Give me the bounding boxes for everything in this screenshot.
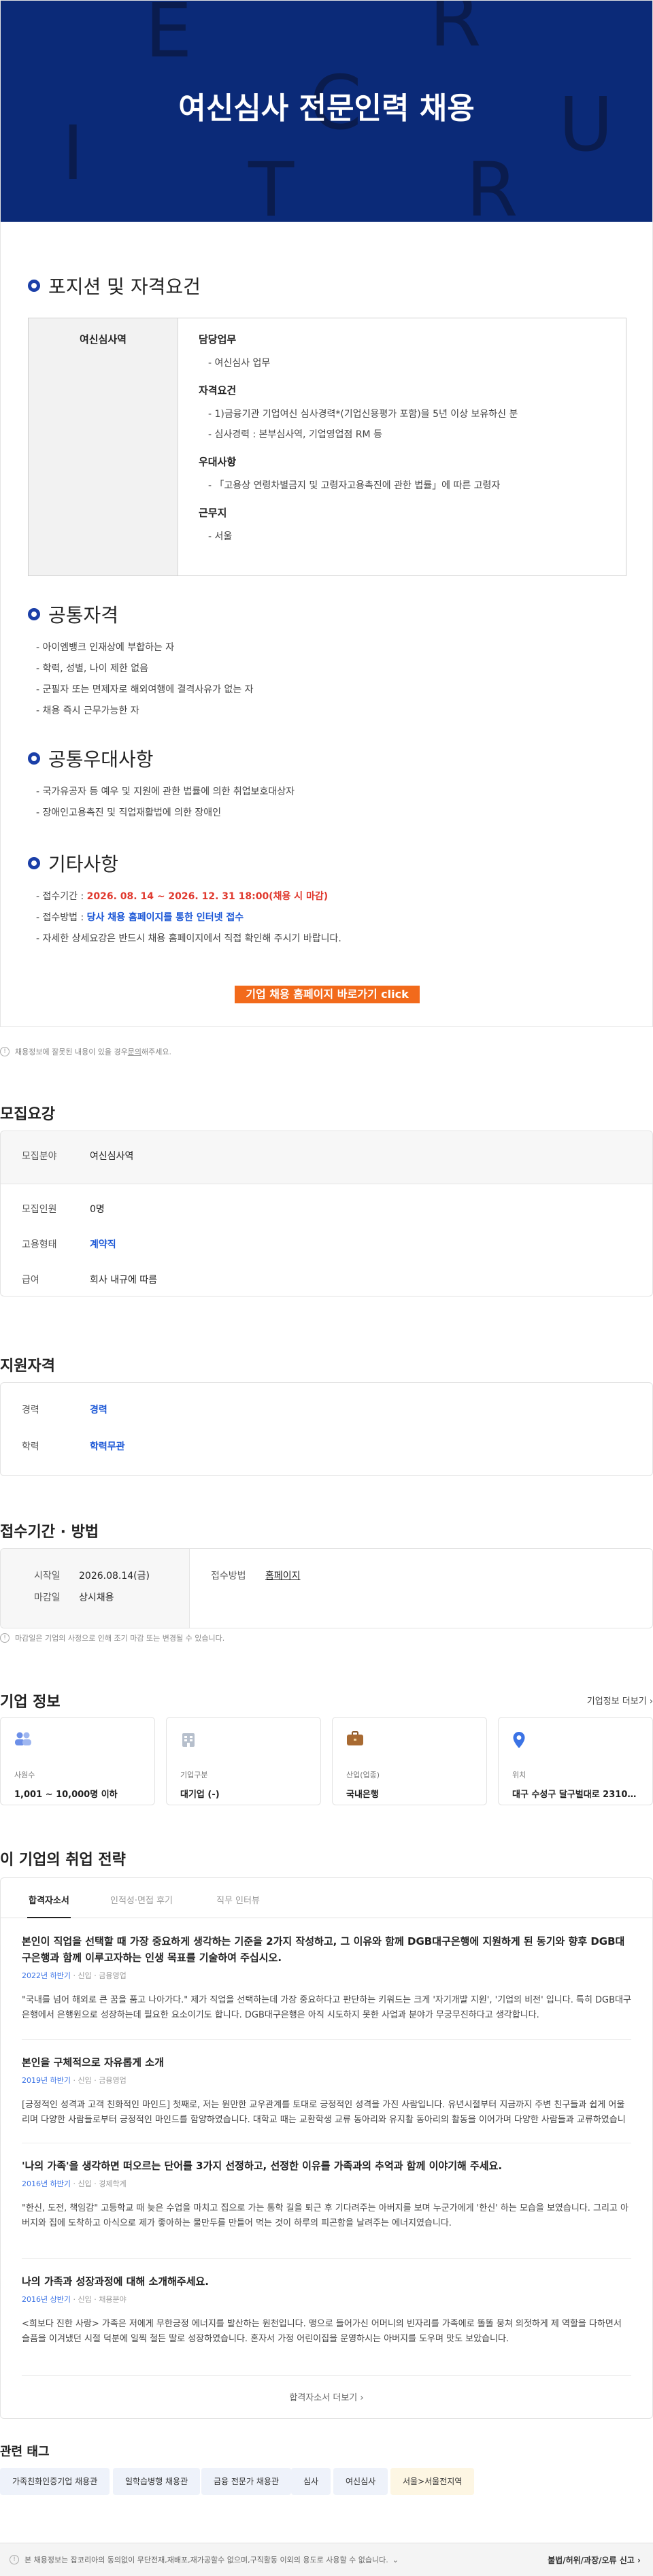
footer-bar: ! 본 채용정보는 잡코리아의 동의없이 무단전재,재배포,재가공할수 없으며,… bbox=[0, 2543, 653, 2576]
banner-deco-letter: E bbox=[145, 1, 192, 74]
page-title: 여신심사 전문인력 채용 bbox=[178, 91, 475, 126]
deadline-notice: ! 마감일은 기업의 사정으로 인해 조기 마감 또는 변경될 수 있습니다. bbox=[0, 1633, 224, 1643]
section-common-pref-heading: 공통우대사항 bbox=[28, 745, 154, 772]
tag-item[interactable]: 금융 전문가 채용관 bbox=[201, 2468, 291, 2495]
company-more-link[interactable]: 기업정보 더보기 › bbox=[587, 1694, 653, 1707]
apply-method-value: 당사 채용 홈페이지를 통한 인터넷 접수 bbox=[86, 912, 244, 923]
qa-item[interactable]: 본인을 구체적으로 자유롭게 소개 2019년 하반기 · 신입 · 금융영업 … bbox=[22, 2054, 631, 2128]
list-item: - 장애인고용촉진 및 직업재활법에 의한 장애인 bbox=[36, 807, 222, 818]
building-icon bbox=[180, 1731, 198, 1749]
apply-qual-heading: 지원자격 bbox=[0, 1358, 55, 1375]
posting-card: E R C U I T R 여신심사 전문인력 채용 포지션 및 자격요건 여신… bbox=[0, 0, 653, 1027]
recruit-row-field: 모집분야 여신심사역 bbox=[22, 1151, 134, 1162]
chevron-right-icon: › bbox=[637, 2556, 641, 2565]
strategy-more-link[interactable]: 합격자소서 더보기 › bbox=[0, 2390, 653, 2403]
section-etc-heading: 기타사항 bbox=[28, 850, 118, 877]
tag-item[interactable]: 일학습병행 채용관 bbox=[113, 2468, 201, 2495]
company-card-industry: 산업(업종) 국내은행 bbox=[332, 1717, 487, 1805]
company-homepage-button[interactable]: 기업 채용 홈페이지 바로가기 click bbox=[235, 986, 420, 1003]
recruit-banner: E R C U I T R 여신심사 전문인력 채용 bbox=[1, 1, 652, 222]
location-pin-icon bbox=[512, 1731, 530, 1749]
qual-block-preference: 우대사항 - 「고용상 연령차별금지 및 고령자고용촉진에 관한 법률」에 따른… bbox=[199, 456, 501, 491]
tags-heading: 관련 태그 bbox=[0, 2445, 50, 2459]
chevron-right-icon: › bbox=[360, 2393, 364, 2403]
list-item: - 학력, 성별, 나이 제한 없음 bbox=[36, 663, 149, 674]
list-item: - 군필자 또는 면제자로 해외여행에 결격사유가 없는 자 bbox=[36, 684, 254, 695]
copyright-notice: ! 본 채용정보는 잡코리아의 동의없이 무단전재,재배포,재가공할수 없으며,… bbox=[10, 2554, 399, 2565]
section-bullet-icon bbox=[28, 608, 40, 620]
position-role: 여신심사역 bbox=[29, 318, 178, 575]
info-icon: ! bbox=[10, 2555, 19, 2564]
qa-item[interactable]: '나의 가족'을 생각하면 떠오르는 단어를 3가지 선정하고, 선정한 이유를… bbox=[22, 2158, 631, 2231]
section-bullet-icon bbox=[28, 280, 40, 292]
apply-homepage-link[interactable]: 홈페이지 bbox=[265, 1569, 301, 1582]
section-positions-heading: 포지션 및 자격요건 bbox=[28, 272, 201, 299]
qual-block-duty: 담당업무 - 여신심사 업무 bbox=[199, 333, 271, 369]
report-link[interactable]: 불법/허위/과장/오류 신고 › bbox=[548, 2554, 641, 2566]
recruit-row-count: 모집인원 0명 bbox=[22, 1204, 105, 1215]
tag-item[interactable]: 서울>서울전지역 bbox=[390, 2468, 475, 2495]
apply-period-heading: 접수기간 · 방법 bbox=[0, 1524, 99, 1541]
apply-qual-row-education: 학력 학력무관 bbox=[22, 1441, 125, 1452]
company-heading: 기업 정보 bbox=[0, 1694, 61, 1711]
list-item: - 접수방법 : 당사 채용 홈페이지를 통한 인터넷 접수 bbox=[36, 912, 244, 923]
common-pref-list: - 국가유공자 등 예우 및 지원에 관한 법률에 의한 취업보호대상자 - 장… bbox=[36, 784, 295, 826]
company-card-employees: 사원수 1,001 ~ 10,000명 이하 bbox=[0, 1717, 155, 1805]
recruit-heading: 모집요강 bbox=[0, 1106, 55, 1123]
info-icon: ! bbox=[0, 1633, 10, 1643]
posting-notice: ! 채용정보에 잘못된 내용이 있을 경우 문의 해주세요. bbox=[0, 1046, 171, 1057]
apply-qual-box bbox=[0, 1382, 653, 1476]
position-table: 여신심사역 담당업무 - 여신심사 업무 자격요건 - 1)금융기관 기업여신 … bbox=[28, 318, 626, 576]
tag-item[interactable]: 여신심사 bbox=[333, 2468, 388, 2495]
banner-deco-letter: R bbox=[466, 146, 518, 222]
job-posting: E R C U I T R 여신심사 전문인력 채용 포지션 및 자격요건 여신… bbox=[0, 0, 653, 1027]
list-item: - 자세한 상세요강은 반드시 채용 홈페이지에서 직접 확인해 주시기 바랍니… bbox=[36, 933, 341, 944]
recruit-row-employment: 고용형태 계약직 bbox=[22, 1239, 116, 1250]
strategy-tabs: 합격자소서 인적성·면접 후기 직무 인터뷰 bbox=[0, 1884, 653, 1918]
people-icon bbox=[14, 1731, 32, 1749]
apply-start-row: 시작일 2026.08.14(금) bbox=[34, 1571, 150, 1582]
apply-period-box bbox=[0, 1548, 653, 1628]
banner-deco-letter: T bbox=[248, 146, 295, 222]
list-item: - 접수기간 : 2026. 08. 14 ~ 2026. 12. 31 18:… bbox=[36, 891, 329, 902]
qual-block-requirement: 자격요건 - 1)금융기관 기업여신 심사경력*(기업신용평가 포함)을 5년 … bbox=[199, 384, 518, 440]
banner-deco-letter: R bbox=[429, 1, 482, 63]
section-bullet-icon bbox=[28, 752, 40, 765]
apply-period-value: 2026. 08. 14 ~ 2026. 12. 31 18:00(채용 시 마… bbox=[86, 891, 329, 902]
position-details: 담당업무 - 여신심사 업무 자격요건 - 1)금융기관 기업여신 심사경력*(… bbox=[178, 318, 626, 575]
strategy-heading: 이 기업의 취업 전략 bbox=[0, 1852, 126, 1869]
apply-period-date-panel bbox=[1, 1549, 190, 1628]
apply-qual-row-career: 경력 경력 bbox=[22, 1405, 107, 1416]
qual-block-location: 근무지 - 서울 bbox=[199, 507, 233, 542]
company-card-location: 위치 대구 수성구 달구벌대로 2310 (수성동2가, 대구은행) bbox=[498, 1717, 653, 1805]
apply-end-row: 마감일 상시채용 bbox=[34, 1592, 114, 1603]
list-item: - 국가유공자 등 예우 및 지원에 관한 법률에 의한 취업보호대상자 bbox=[36, 786, 295, 797]
apply-method-row: 접수방법 홈페이지 bbox=[211, 1569, 301, 1582]
recruit-row-salary: 급여 회사 내규에 따름 bbox=[22, 1275, 158, 1286]
qa-divider bbox=[22, 2258, 631, 2259]
qa-divider bbox=[22, 2039, 631, 2040]
chevron-down-icon[interactable]: ⌄ bbox=[392, 2556, 399, 2564]
etc-list: - 접수기간 : 2026. 08. 14 ~ 2026. 12. 31 18:… bbox=[36, 889, 341, 952]
inquiry-link[interactable]: 문의 bbox=[128, 1046, 141, 1057]
chevron-right-icon: › bbox=[649, 1696, 653, 1707]
tab-cover-letter[interactable]: 합격자소서 bbox=[27, 1884, 71, 1918]
list-item: - 아이엠뱅크 인재상에 부합하는 자 bbox=[36, 642, 175, 653]
qa-divider bbox=[22, 2375, 631, 2376]
section-common-qual-heading: 공통자격 bbox=[28, 601, 118, 628]
qa-item[interactable]: 본인이 직업을 선택할 때 가장 중요하게 생각하는 기준을 2가지 작성하고,… bbox=[22, 1933, 631, 2023]
common-qual-list: - 아이엠뱅크 인재상에 부합하는 자 - 학력, 성별, 나이 제한 없음 -… bbox=[36, 640, 254, 724]
company-card-type: 기업구분 대기업 (-) bbox=[166, 1717, 321, 1805]
section-bullet-icon bbox=[28, 857, 40, 869]
info-icon: ! bbox=[0, 1047, 10, 1056]
list-item: - 채용 즉시 근무가능한 자 bbox=[36, 705, 139, 716]
tag-item[interactable]: 심사 bbox=[291, 2468, 331, 2495]
tab-interview-review[interactable]: 인적성·면접 후기 bbox=[110, 1884, 173, 1918]
tag-item[interactable]: 가족친화인증기업 채용관 bbox=[0, 2468, 110, 2495]
briefcase-icon bbox=[346, 1731, 364, 1749]
tab-job-interview[interactable]: 직무 인터뷰 bbox=[216, 1884, 260, 1918]
qa-item[interactable]: 나의 가족과 성장과정에 대해 소개해주세요. 2016년 상반기 · 신입 ·… bbox=[22, 2273, 631, 2347]
